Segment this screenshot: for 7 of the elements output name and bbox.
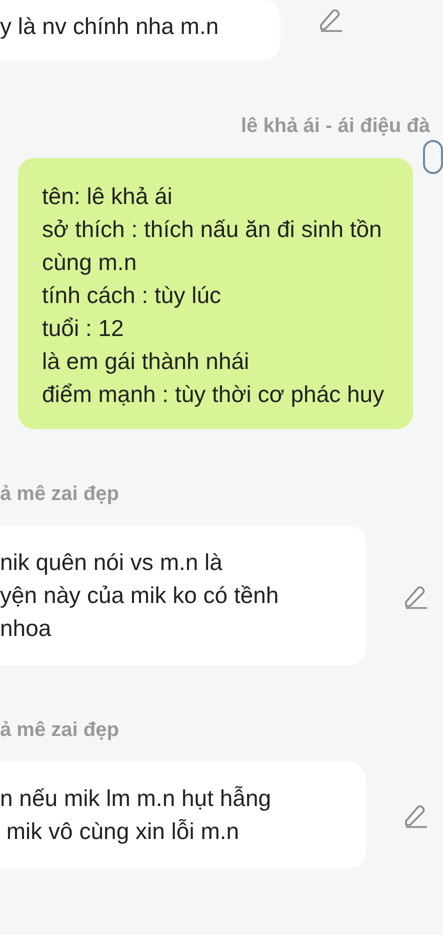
sender-name: lê khả ái - ái điệu đà xyxy=(241,115,430,138)
message-text: tên: lê khả ái sở thích : thích nấu ăn đi sinh tồn cùng m.n tính cách : tùy lúc tuổi : 12 là em gái thành nhái điểm mạnh : tùy thời cơ phác huy xyxy=(42,182,386,409)
message-text: n nếu mik lm m.n hụt hẫng mik vô cùng xin lỗi m.n xyxy=(0,784,272,846)
sender-name: ả mê zai đẹp xyxy=(0,719,119,741)
message-text: nik quên nói vs m.n là yện này của mik ko có tềnh nhoa xyxy=(0,548,280,643)
message-text: y là nv chính nha m.n xyxy=(0,12,220,41)
sender-name: ả mê zai đẹp xyxy=(0,483,119,505)
